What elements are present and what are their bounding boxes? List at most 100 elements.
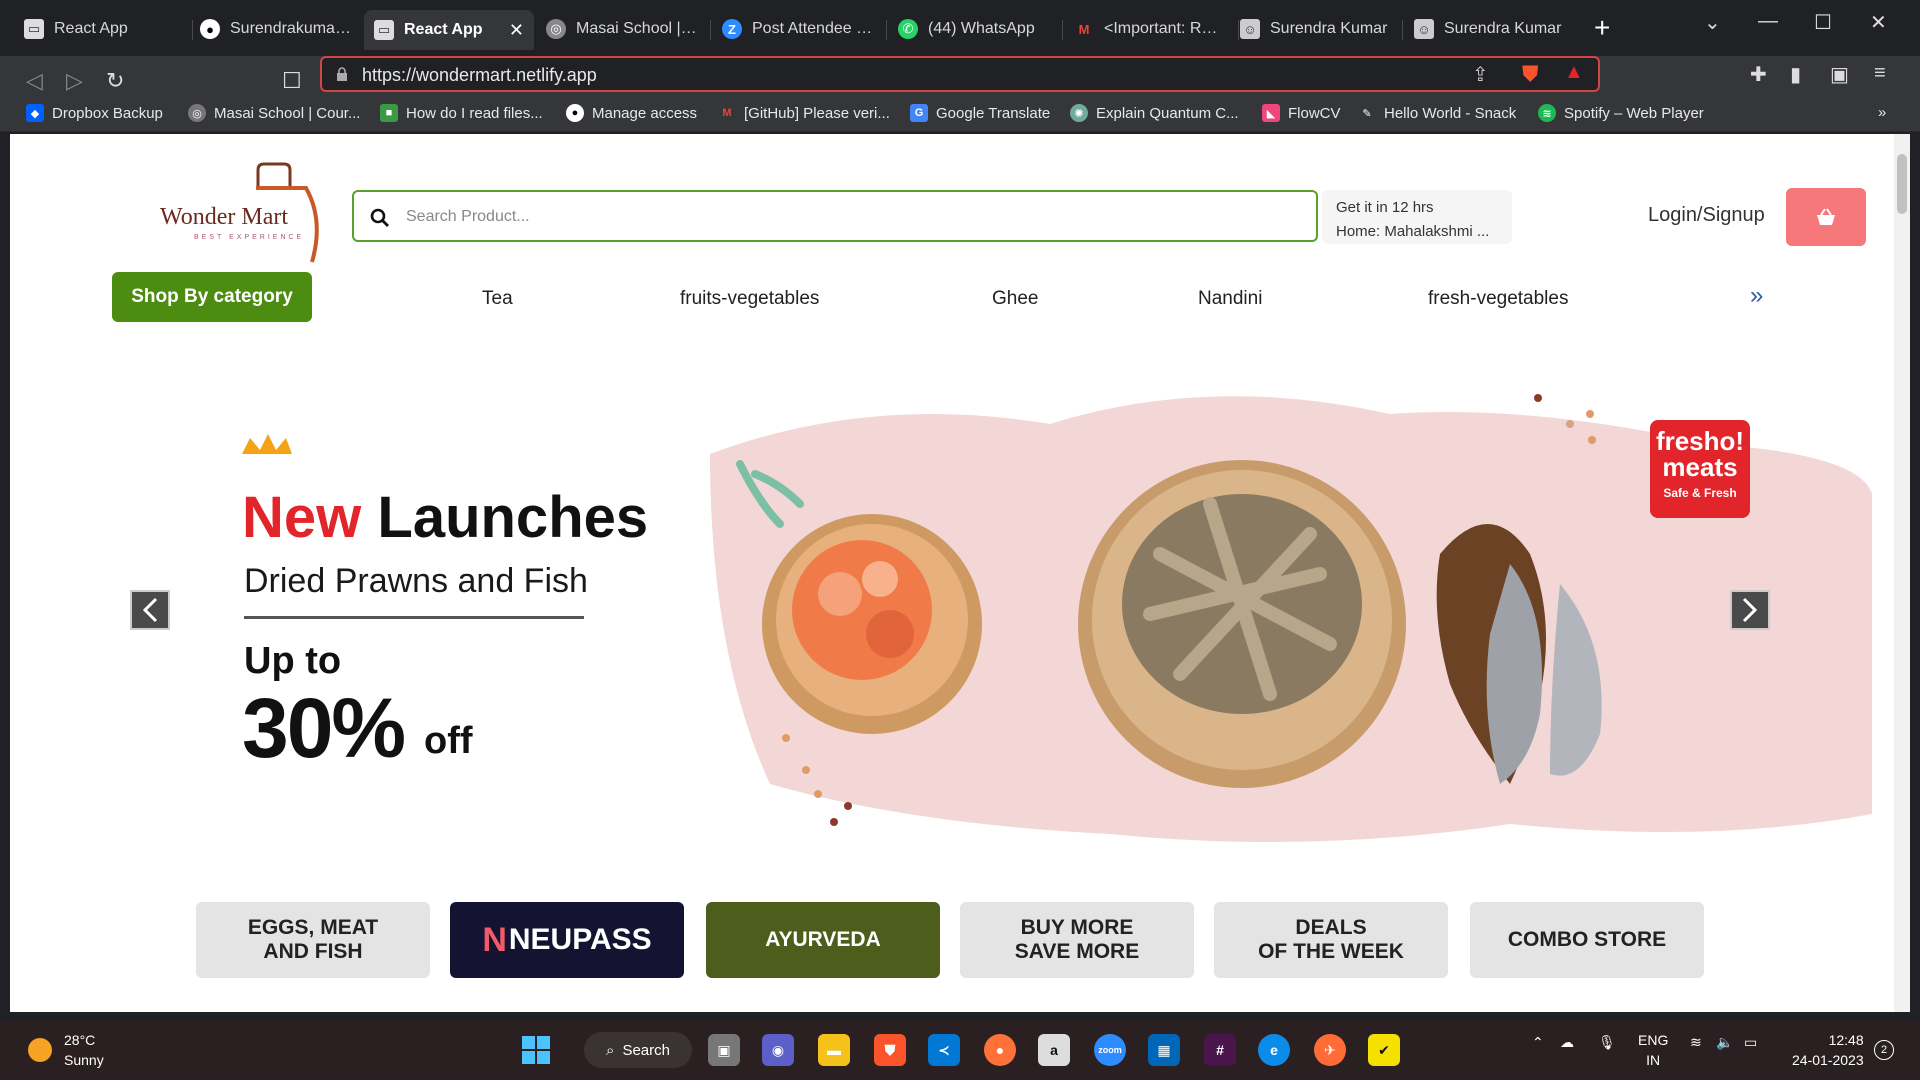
login-signup-link[interactable]: Login/Signup bbox=[1648, 204, 1765, 227]
address-bar[interactable]: https://wondermart.netlify.app ⇪ ⛊ ▲ bbox=[320, 56, 1600, 92]
brave-shield-icon[interactable]: ⛊ bbox=[1522, 61, 1539, 87]
cart-button[interactable] bbox=[1786, 188, 1866, 246]
bookmark-flowcv[interactable]: ◣ FlowCV bbox=[1262, 104, 1341, 122]
weather-widget[interactable]: 28°C Sunny bbox=[28, 1030, 104, 1070]
menu-icon[interactable]: ≡ bbox=[1874, 62, 1886, 85]
tab-gmail[interactable]: M <Important: Read R bbox=[1064, 12, 1236, 46]
notification-badge[interactable]: 2 bbox=[1874, 1040, 1894, 1060]
forward-button[interactable]: ▷ bbox=[66, 68, 83, 94]
system-clock[interactable]: 12:48 24-01-2023 bbox=[1792, 1030, 1864, 1070]
bookmark-dropbox[interactable]: ◆ Dropbox Backup bbox=[26, 104, 163, 122]
postman-icon[interactable]: ✈ bbox=[1314, 1034, 1346, 1066]
whatsapp-icon: ✆ bbox=[898, 19, 918, 39]
bookmark-github-verify[interactable]: M [GitHub] Please veri... bbox=[718, 104, 890, 122]
carousel-next-button[interactable] bbox=[1730, 590, 1770, 630]
bookmark-masai[interactable]: ◎ Masai School | Cour... bbox=[188, 104, 360, 122]
onedrive-icon[interactable]: ☁ bbox=[1560, 1034, 1574, 1051]
bookmark-manage-access[interactable]: ● Manage access bbox=[566, 104, 697, 122]
tab-whatsapp[interactable]: ✆ (44) WhatsApp bbox=[888, 12, 1060, 46]
promo-banner-carousel[interactable]: New Launches Dried Prawns and Fish Up to… bbox=[10, 354, 1894, 858]
language-indicator[interactable]: ENG IN bbox=[1638, 1030, 1668, 1070]
bookmark-google-translate[interactable]: G Google Translate bbox=[910, 104, 1050, 122]
banner-title: New Launches bbox=[242, 484, 648, 551]
volume-icon[interactable]: 🔈 bbox=[1716, 1034, 1733, 1051]
double-chevron-right-icon[interactable]: » bbox=[1750, 282, 1763, 310]
bookmark-spotify[interactable]: ≋ Spotify – Web Player bbox=[1538, 104, 1704, 122]
sidebar-icon[interactable]: ▮ bbox=[1790, 62, 1801, 87]
tab-profile-2[interactable]: ☺ Surendra Kumar bbox=[1404, 12, 1576, 46]
basket-icon bbox=[1817, 208, 1835, 225]
bookmark-read-files[interactable]: ■ How do I read files... bbox=[380, 104, 543, 122]
tile-combo-store[interactable]: COMBO STORE bbox=[1470, 902, 1704, 978]
bookmark-label: [GitHub] Please veri... bbox=[744, 104, 890, 122]
scroll-thumb[interactable] bbox=[1897, 154, 1907, 214]
page-scrollbar[interactable] bbox=[1894, 134, 1910, 1012]
brave-rewards-icon[interactable]: ▲ bbox=[1564, 61, 1584, 84]
tab-label: Surendra Kumar bbox=[1444, 20, 1562, 37]
tile-ayurveda[interactable]: AYURVEDA bbox=[706, 902, 940, 978]
tab-react-app-1[interactable]: ▭ React App bbox=[14, 12, 190, 46]
new-tab-button[interactable]: + bbox=[1594, 14, 1610, 42]
vscode-icon[interactable]: ≺ bbox=[928, 1034, 960, 1066]
nav-link-nandini[interactable]: Nandini bbox=[1198, 288, 1262, 310]
close-icon[interactable]: ✕ bbox=[509, 20, 524, 41]
sticky-task-icon[interactable]: ✔ bbox=[1368, 1034, 1400, 1066]
tile-buy-more-save-more[interactable]: BUY MORE SAVE MORE bbox=[960, 902, 1194, 978]
tile-deals-of-the-week[interactable]: DEALS OF THE WEEK bbox=[1214, 902, 1448, 978]
tab-profile-1[interactable]: ☺ Surendra Kumar bbox=[1230, 12, 1402, 46]
github-icon: ● bbox=[200, 19, 220, 39]
tab-github[interactable]: ● Surendrakumar878 bbox=[190, 12, 362, 46]
maximize-button[interactable]: ☐ bbox=[1814, 10, 1832, 35]
wonder-mart-logo[interactable]: Wonder Mart BEST EXPERIENCE bbox=[160, 160, 340, 270]
zoom-icon[interactable]: zoom bbox=[1094, 1034, 1126, 1066]
delivery-address: Home: Mahalakshmi ... bbox=[1336, 223, 1490, 240]
edge-icon[interactable]: e bbox=[1258, 1034, 1290, 1066]
nav-link-fruits-vegetables[interactable]: fruits-vegetables bbox=[680, 288, 819, 310]
search-input[interactable]: Search Product... bbox=[406, 208, 530, 226]
nav-link-tea[interactable]: Tea bbox=[482, 288, 513, 310]
bookmark-snack[interactable]: ✎ Hello World - Snack bbox=[1358, 104, 1516, 122]
reload-button[interactable]: ↻ bbox=[106, 68, 124, 94]
tab-masai[interactable]: ◎ Masai School | Cou bbox=[536, 12, 708, 46]
delivery-info[interactable]: Get it in 12 hrs Home: Mahalakshmi ... bbox=[1322, 190, 1512, 244]
shop-by-category-button[interactable]: Shop By category bbox=[112, 272, 312, 322]
translate-icon: G bbox=[910, 104, 928, 122]
microphone-icon[interactable]: 🎙 bbox=[1598, 1034, 1616, 1051]
tab-zoom[interactable]: Z Post Attendee - Zo bbox=[712, 12, 884, 46]
microsoft-store-icon[interactable]: ▦ bbox=[1148, 1034, 1180, 1066]
back-button[interactable]: ◁ bbox=[26, 68, 43, 94]
brave-browser-icon[interactable]: ⛊ bbox=[874, 1034, 906, 1066]
more-bookmarks-icon[interactable]: » bbox=[1878, 104, 1886, 121]
bookmarks-bar: ◆ Dropbox Backup ◎ Masai School | Cour... … bbox=[0, 96, 1920, 132]
battery-icon[interactable]: ▭ bbox=[1744, 1034, 1757, 1051]
search-bar[interactable]: Search Product... bbox=[352, 190, 1318, 242]
sun-icon bbox=[28, 1038, 52, 1062]
tile-eggs-meat-fish[interactable]: EGGS, MEAT AND FISH bbox=[196, 902, 430, 978]
tab-label: React App bbox=[54, 20, 128, 37]
chevron-up-icon[interactable]: ⌃ bbox=[1532, 1034, 1544, 1051]
bookmark-icon[interactable]: ☐ bbox=[282, 68, 302, 94]
windows-start-icon[interactable] bbox=[520, 1034, 552, 1066]
wifi-icon[interactable]: ≋ bbox=[1690, 1034, 1702, 1051]
minimize-button[interactable]: — bbox=[1758, 10, 1778, 33]
share-icon[interactable]: ⇪ bbox=[1472, 62, 1489, 87]
carousel-prev-button[interactable] bbox=[130, 590, 170, 630]
tile-neupass[interactable]: N NEUPASS bbox=[450, 902, 684, 978]
nav-link-ghee[interactable]: Ghee bbox=[992, 288, 1038, 310]
task-view-icon[interactable]: ▣ bbox=[708, 1034, 740, 1066]
bookmark-chatgpt[interactable]: ✺ Explain Quantum C... bbox=[1070, 104, 1239, 122]
profile-icon: ☺ bbox=[1414, 19, 1434, 39]
slack-icon[interactable]: # bbox=[1204, 1034, 1236, 1066]
tab-react-app-active[interactable]: ▭ React App ✕ bbox=[364, 10, 534, 50]
teams-chat-icon[interactable]: ◉ bbox=[762, 1034, 794, 1066]
tab-list-icon[interactable]: ⌄ bbox=[1704, 10, 1721, 35]
nav-link-fresh-vegetables[interactable]: fresh-vegetables bbox=[1428, 288, 1568, 310]
url-text: https://wondermart.netlify.app bbox=[362, 65, 597, 85]
taskbar-search-button[interactable]: ⌕ Search bbox=[584, 1032, 692, 1068]
wallet-icon[interactable]: ▣ bbox=[1830, 62, 1849, 87]
close-window-button[interactable]: ✕ bbox=[1870, 10, 1887, 35]
amazon-icon[interactable]: a bbox=[1038, 1034, 1070, 1066]
extensions-icon[interactable]: ✚ bbox=[1750, 62, 1767, 87]
firefox-icon[interactable]: ● bbox=[984, 1034, 1016, 1066]
file-explorer-icon[interactable]: ▬ bbox=[818, 1034, 850, 1066]
